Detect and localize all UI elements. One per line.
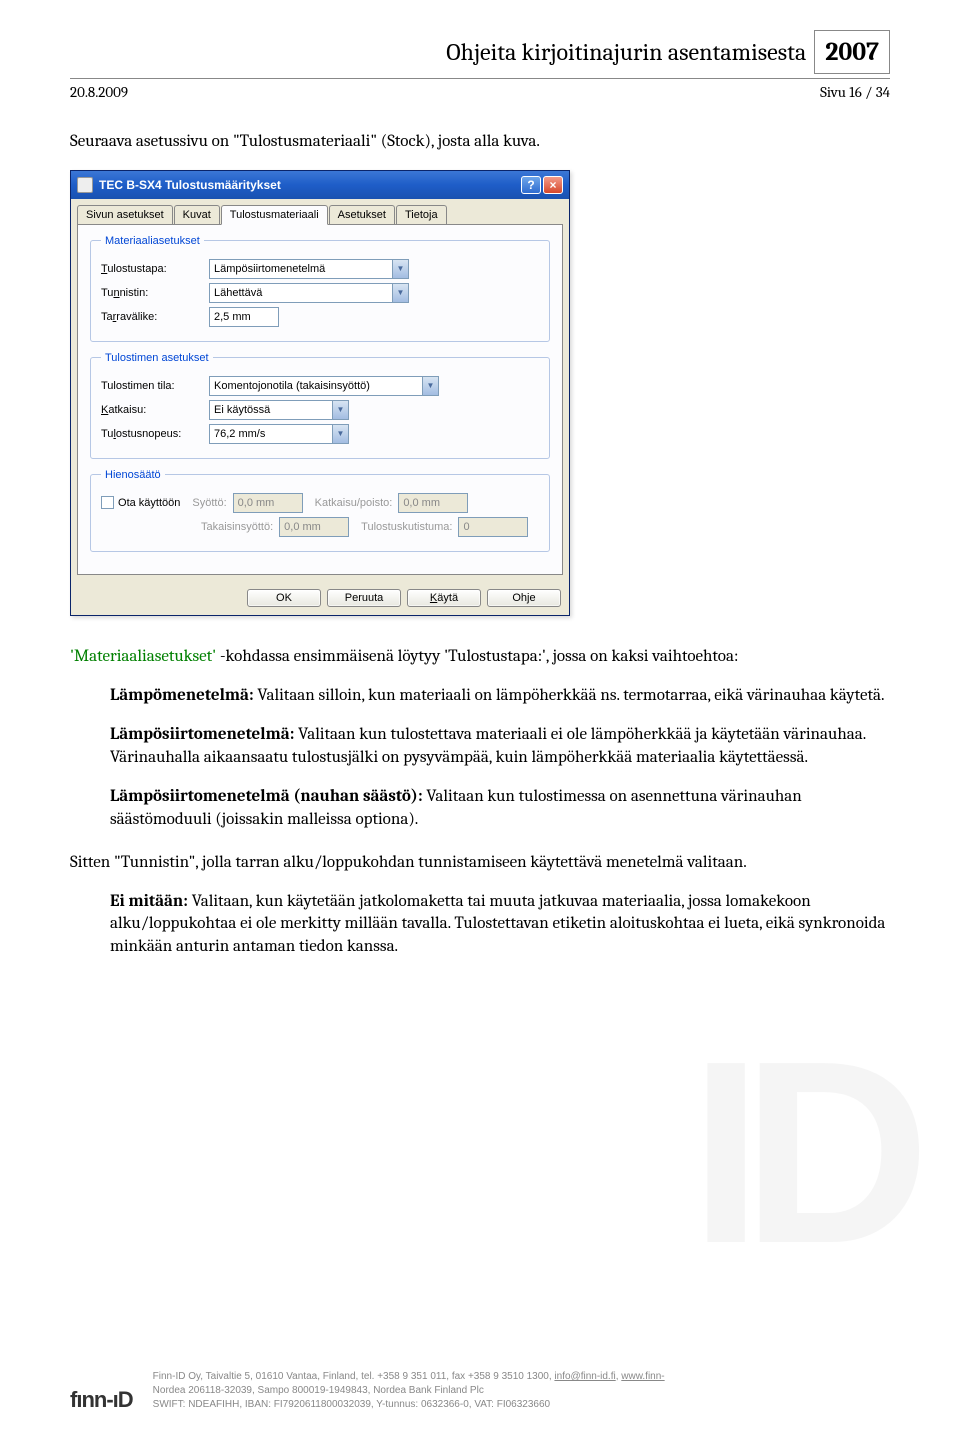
page-footer: fınn-ıD Finn-ID Oy, Taivaltie 5, 01610 V…: [70, 1371, 890, 1413]
ohje-button[interactable]: Ohje: [487, 589, 561, 607]
doc-year: 2007: [814, 30, 890, 74]
group-materiaaliasetukset: Materiaaliasetukset Tulostustapa: Lämpös…: [90, 235, 550, 342]
header-rule: [70, 78, 890, 79]
tulostustapa-value: Lämpösiirtomenetelmä: [214, 263, 392, 275]
tarravalike-input[interactable]: 2,5 mm: [209, 307, 279, 327]
takaisinsyotto-value: 0,0 mm: [284, 521, 321, 533]
footer-email-link[interactable]: info@finn-id.fi: [554, 1371, 615, 1382]
syotto-value: 0,0 mm: [238, 497, 275, 509]
printer-icon: [77, 177, 93, 193]
dialog-titlebar[interactable]: TEC B-SX4 Tulostusmääritykset ? ×: [71, 171, 569, 199]
tulostuskutistuma-input: 0: [458, 517, 528, 537]
tab-bar: Sivun asetukset Kuvat Tulostusmateriaali…: [71, 199, 569, 224]
ok-button[interactable]: OK: [247, 589, 321, 607]
lampomenetelma-heading: Lämpömenetelmä:: [110, 686, 254, 705]
doc-date: 20.8.2009: [70, 83, 128, 101]
tulostustapa-combo[interactable]: Lämpösiirtomenetelmä ▼: [209, 259, 409, 279]
tulostimen-tila-label: Tulostimen tila:: [101, 380, 201, 392]
group-tulostimen-asetukset: Tulostimen asetukset Tulostimen tila: Ko…: [90, 352, 550, 459]
tunnistin-paragraph: Sitten "Tunnistin", jolla tarran alku/lo…: [70, 852, 890, 875]
katkaisu-combo[interactable]: Ei käytössä ▼: [209, 400, 349, 420]
tab-kuvat[interactable]: Kuvat: [174, 205, 220, 224]
tulostuskutistuma-value: 0: [463, 521, 469, 533]
tunnistin-combo[interactable]: Lähettävä ▼: [209, 283, 409, 303]
watermark: ID: [690, 1004, 910, 1303]
tulostimen-tila-combo[interactable]: Komentojonotila (takaisinsyöttö) ▼: [209, 376, 439, 396]
chevron-down-icon[interactable]: ▼: [392, 260, 408, 278]
group-hienosaato: Hienosäätö Ota käyttöön Syöttö: 0,0 mm K…: [90, 469, 550, 552]
katkaisu-poisto-label: Katkaisu/poisto:: [315, 497, 393, 509]
tarravalike-label: Tarravälike:: [101, 311, 201, 323]
doc-header: Ohjeita kirjoitinajurin asentamisesta 20…: [70, 30, 890, 74]
printer-dialog: TEC B-SX4 Tulostusmääritykset ? × Sivun …: [70, 170, 570, 616]
help-icon[interactable]: ?: [521, 176, 541, 194]
ota-kayttoon-label[interactable]: Ota käyttöön: [118, 497, 180, 509]
eimitaan-text: Valitaan, kun käytetään jatkolomaketta t…: [110, 892, 885, 957]
dialog-button-row: OK Peruuta Käytä Ohje: [71, 581, 569, 615]
meta-row: 20.8.2009 Sivu 16 / 34: [70, 83, 890, 101]
tarravalike-value: 2,5 mm: [214, 311, 251, 323]
chevron-down-icon[interactable]: ▼: [332, 401, 348, 419]
materiaaliasetukset-term: 'Materiaaliasetukset': [70, 647, 216, 666]
lampomenetelma-text: Valitaan silloin, kun materiaali on lämp…: [254, 686, 885, 705]
page-number: Sivu 16 / 34: [820, 83, 890, 101]
dialog-title: TEC B-SX4 Tulostusmääritykset: [99, 178, 281, 192]
tab-asetukset[interactable]: Asetukset: [329, 205, 395, 224]
tulostimen-tila-value: Komentojonotila (takaisinsyöttö): [214, 380, 422, 392]
tunnistin-label: Tunnistin:: [101, 287, 201, 299]
katkaisu-poisto-value: 0,0 mm: [403, 497, 440, 509]
chevron-down-icon[interactable]: ▼: [422, 377, 438, 395]
footer-logo: fınn-ıD: [70, 1387, 133, 1413]
tab-tulostusmateriaali[interactable]: Tulostusmateriaali: [221, 205, 328, 225]
katkaisu-label: Katkaisu:: [101, 404, 201, 416]
eimitaan-heading: Ei mitään:: [110, 892, 188, 911]
group-materiaaliasetukset-legend: Materiaaliasetukset: [101, 235, 204, 247]
group-hienosaato-legend: Hienosäätö: [101, 469, 165, 481]
close-icon[interactable]: ×: [543, 176, 563, 194]
materiaaliasetukset-rest: -kohdassa ensimmäisenä löytyy 'Tulostust…: [216, 647, 738, 666]
syotto-label: Syöttö:: [192, 497, 226, 509]
kayta-button[interactable]: Käytä: [407, 589, 481, 607]
katkaisu-value: Ei käytössä: [214, 404, 332, 416]
footer-line3: SWIFT: NDEAFIHH, IBAN: FI792061180003203…: [153, 1399, 665, 1410]
footer-line2: Nordea 206118-32039, Sampo 800019-194984…: [153, 1385, 665, 1396]
lampomenetelma-paragraph: Lämpömenetelmä: Valitaan silloin, kun ma…: [110, 685, 890, 708]
saasto-heading: Lämpösiirtomenetelmä (nauhan säästö):: [110, 787, 423, 806]
tunnistin-value: Lähettävä: [214, 287, 392, 299]
lamposiirto-heading: Lämpösiirtomenetelmä:: [110, 725, 294, 744]
footer-web-link[interactable]: www.finn-: [621, 1371, 664, 1382]
peruuta-button[interactable]: Peruuta: [327, 589, 401, 607]
chevron-down-icon[interactable]: ▼: [332, 425, 348, 443]
group-tulostimen-legend: Tulostimen asetukset: [101, 352, 213, 364]
takaisinsyotto-input: 0,0 mm: [279, 517, 349, 537]
tulostusnopeus-combo[interactable]: 76,2 mm/s ▼: [209, 424, 349, 444]
intro-paragraph: Seuraava asetussivu on "Tulostusmateriaa…: [70, 131, 890, 154]
footer-address: Finn-ID Oy, Taivaltie 5, 01610 Vantaa, F…: [153, 1371, 555, 1382]
lamposiirto-paragraph: Lämpösiirtomenetelmä: Valitaan kun tulos…: [110, 724, 890, 770]
tulostusnopeus-label: Tulostusnopeus:: [101, 428, 201, 440]
tab-tietoja[interactable]: Tietoja: [396, 205, 447, 224]
katkaisu-poisto-input: 0,0 mm: [398, 493, 468, 513]
eimitaan-paragraph: Ei mitään: Valitaan, kun käytetään jatko…: [110, 891, 890, 960]
tulostusnopeus-value: 76,2 mm/s: [214, 428, 332, 440]
footer-line1: Finn-ID Oy, Taivaltie 5, 01610 Vantaa, F…: [153, 1371, 665, 1382]
tulostuskutistuma-label: Tulostuskutistuma:: [361, 521, 452, 533]
tulostustapa-label: Tulostustapa:: [101, 263, 201, 275]
tab-sivun-asetukset[interactable]: Sivun asetukset: [77, 205, 173, 224]
syotto-input: 0,0 mm: [233, 493, 303, 513]
saasto-paragraph: Lämpösiirtomenetelmä (nauhan säästö): Va…: [110, 786, 890, 832]
doc-title: Ohjeita kirjoitinajurin asentamisesta: [446, 38, 806, 66]
chevron-down-icon[interactable]: ▼: [392, 284, 408, 302]
takaisinsyotto-label: Takaisinsyöttö:: [201, 521, 273, 533]
ota-kayttoon-checkbox[interactable]: [101, 496, 114, 509]
materiaaliasetukset-paragraph: 'Materiaaliasetukset' -kohdassa ensimmäi…: [70, 646, 890, 669]
